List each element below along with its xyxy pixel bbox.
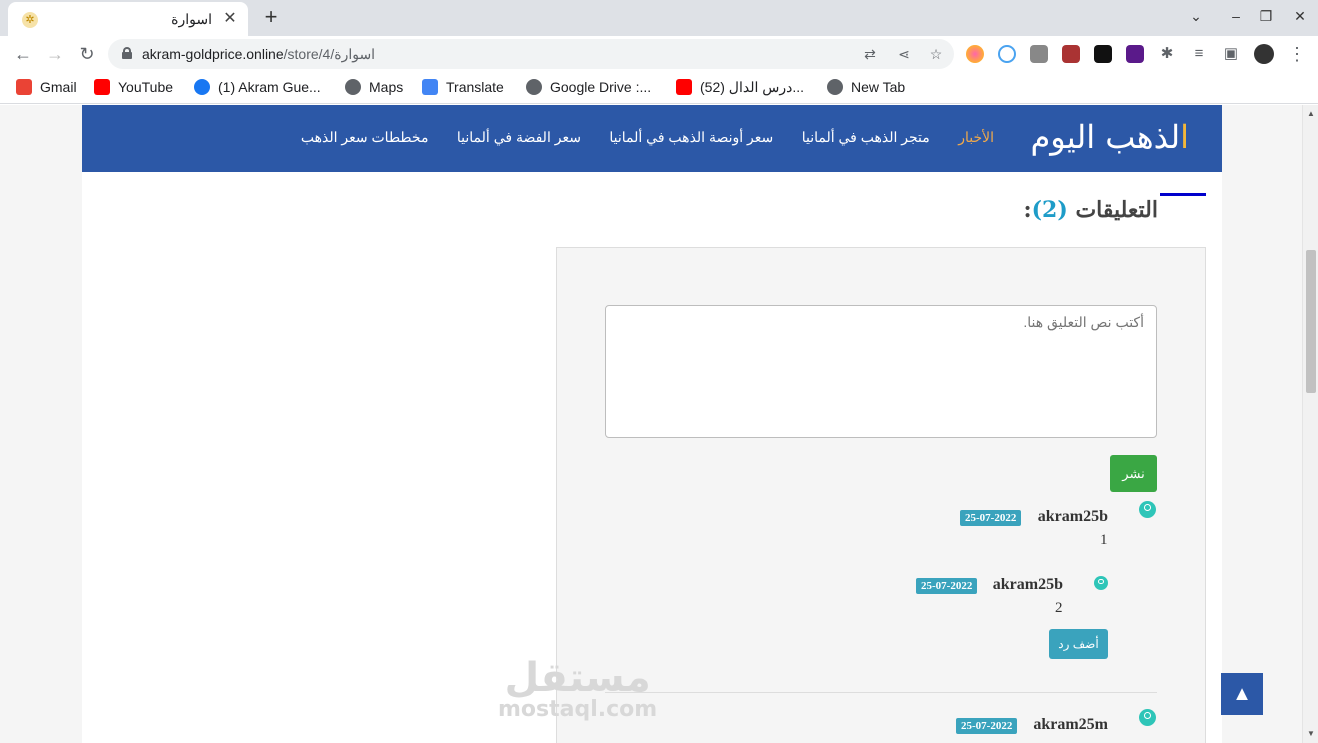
extension-4-icon[interactable]	[1062, 45, 1080, 63]
comment-date-badge: 25-07-2022	[956, 718, 1018, 734]
globe-icon	[526, 79, 542, 95]
extensions-puzzle-icon[interactable]: ✱	[1154, 42, 1180, 66]
bookmark-gmail[interactable]: Gmail	[16, 79, 77, 95]
comment-username: akram25m	[1033, 716, 1108, 733]
extension-2-icon[interactable]	[998, 45, 1016, 63]
youtube-icon	[94, 79, 110, 95]
close-window-icon[interactable]: ✕	[1290, 8, 1310, 25]
page-viewport: الذهب اليوم الأخبار متجر الذهب في ألماني…	[0, 105, 1318, 743]
post-comment-button[interactable]: نشر	[1110, 455, 1157, 492]
url-text[interactable]: akram-goldprice.online/store/4/اسوارة	[142, 46, 375, 63]
bookmarks-bar: Gmail YouTube (1) Akram Gue... Maps Tran…	[0, 72, 1318, 104]
add-reply-button[interactable]: أضف رد	[1049, 629, 1108, 659]
scroll-to-top-button[interactable]: ▲	[1221, 673, 1263, 715]
extension-3-icon[interactable]	[1030, 45, 1048, 63]
nav-gold-store[interactable]: متجر الذهب في ألمانيا	[802, 129, 930, 145]
scroll-up-arrow-icon[interactable]: ▲	[1306, 109, 1316, 118]
user-avatar-icon	[1139, 501, 1156, 518]
comment-text: 1	[1100, 532, 1108, 548]
user-avatar-icon	[1139, 709, 1156, 726]
forward-icon[interactable]: →	[42, 42, 68, 66]
comment-input[interactable]	[605, 305, 1157, 438]
nav-news[interactable]: الأخبار	[958, 129, 994, 145]
tab-search-icon[interactable]: ⌄	[1186, 8, 1206, 25]
reply-username: akram25b	[992, 576, 1063, 593]
nav-silver-price[interactable]: سعر الفضة في ألمانيا	[457, 129, 581, 145]
extension-1-icon[interactable]	[966, 45, 984, 63]
comment-divider	[605, 692, 1157, 693]
globe-icon	[827, 79, 843, 95]
translate-page-icon[interactable]: ⇄	[860, 44, 880, 64]
share-icon[interactable]: ⋖	[894, 44, 914, 64]
reload-icon[interactable]: ↻	[74, 42, 100, 66]
site-nav: الأخبار متجر الذهب في ألمانيا سعر أونصة …	[277, 129, 994, 147]
globe-icon	[345, 79, 361, 95]
bookmark-youtube[interactable]: YouTube	[94, 79, 173, 95]
reply-text: 2	[1055, 600, 1063, 616]
lock-icon	[122, 47, 132, 59]
bookmark-facebook[interactable]: (1) Akram Gue...	[194, 79, 321, 95]
browser-toolbar: ← → ↻ akram-goldprice.online/store/4/اسو…	[0, 36, 1318, 72]
back-icon[interactable]: ←	[10, 42, 36, 66]
bookmark-google-drive[interactable]: Google Drive :...	[526, 79, 651, 95]
profile-avatar[interactable]	[1254, 44, 1274, 64]
menu-kebab-icon[interactable]: ⋮	[1284, 42, 1310, 66]
scrollbar-thumb[interactable]	[1306, 250, 1316, 393]
comment-date-badge: 25-07-2022	[960, 510, 1022, 526]
youtube-icon	[676, 79, 692, 95]
bookmark-star-icon[interactable]: ☆	[926, 44, 946, 64]
page-scrollbar[interactable]: ▲ ▼	[1302, 105, 1318, 743]
browser-tabstrip: ✲ اسوارة ✕ + ⌄ – ❐ ✕	[0, 0, 1318, 36]
restore-icon[interactable]: ❐	[1256, 8, 1276, 25]
tab-close-icon[interactable]: ✕	[220, 9, 240, 29]
bookmark-new-tab[interactable]: New Tab	[827, 79, 905, 95]
user-avatar-icon	[1094, 576, 1108, 590]
new-tab-button[interactable]: +	[259, 6, 283, 30]
media-control-icon[interactable]: ≡	[1186, 42, 1212, 66]
bookmark-translate[interactable]: Translate	[422, 79, 504, 95]
extension-6-icon[interactable]	[1126, 45, 1144, 63]
gmail-icon	[16, 79, 32, 95]
mostaql-watermark: مستقل mostaql.com	[498, 655, 658, 722]
site-navbar: الذهب اليوم الأخبار متجر الذهب في ألماني…	[82, 105, 1222, 172]
reply-date-badge: 25-07-2022	[916, 578, 978, 594]
bookmark-maps[interactable]: Maps	[345, 79, 403, 95]
bookmark-youtube-video[interactable]: (52) درس الدال...	[676, 79, 804, 96]
nav-gold-charts[interactable]: مخططات سعر الذهب	[301, 129, 429, 145]
browser-tab[interactable]: ✲ اسوارة ✕	[8, 2, 248, 36]
site-brand[interactable]: الذهب اليوم	[1030, 118, 1189, 156]
tab-title: اسوارة	[171, 11, 212, 27]
minimize-icon[interactable]: –	[1226, 8, 1246, 24]
scroll-down-arrow-icon[interactable]: ▼	[1306, 729, 1316, 738]
address-bar[interactable]: akram-goldprice.online/store/4/اسوارة ⇄ …	[108, 39, 954, 69]
facebook-icon	[194, 79, 210, 95]
page-container: الذهب اليوم الأخبار متجر الذهب في ألماني…	[82, 105, 1222, 743]
site-favicon-icon: ✲	[22, 12, 38, 28]
section-accent-bar	[1160, 193, 1206, 196]
comments-heading: التعليقات (2):	[1023, 197, 1159, 223]
extension-5-icon[interactable]	[1094, 45, 1112, 63]
side-panel-icon[interactable]: ▣	[1218, 42, 1244, 66]
nav-gold-ounce-price[interactable]: سعر أونصة الذهب في ألمانيا	[609, 129, 773, 145]
translate-icon	[422, 79, 438, 95]
comment-username: akram25b	[1037, 508, 1108, 525]
